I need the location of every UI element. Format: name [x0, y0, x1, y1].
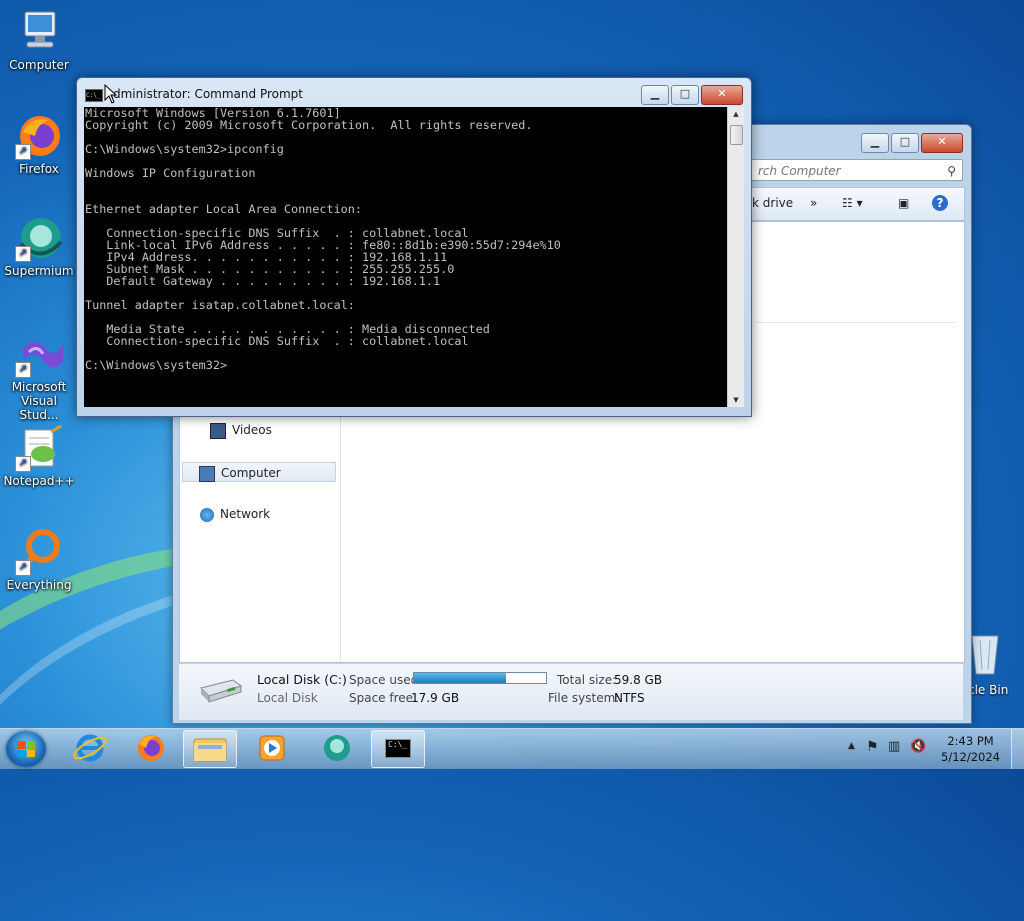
- system-tray: ▲ ⚑ ▥ 🔇 2:43 PM 5/12/2024: [834, 729, 1024, 769]
- taskbar: C:\_ ▲ ⚑ ▥ 🔇 2:43 PM 5/12/2024: [0, 728, 1024, 769]
- everything-icon: ↗: [15, 528, 63, 576]
- shortcut-arrow-icon: ↗: [15, 362, 31, 378]
- videos-icon: [210, 422, 226, 439]
- taskbar-media-player[interactable]: [246, 730, 298, 766]
- clock-time: 2:43 PM: [947, 734, 994, 748]
- shortcut-arrow-icon: ↗: [15, 456, 31, 472]
- space-free-value: 17.9 GB: [411, 691, 460, 705]
- desktop-icon-computer[interactable]: Computer: [1, 8, 77, 72]
- desktop-icon-visual-studio[interactable]: ↗ Microsoft Visual Stud...: [1, 330, 77, 422]
- shortcut-arrow-icon: ↗: [15, 246, 31, 262]
- computer-icon: [199, 465, 215, 482]
- desktop-icon-label: Notepad++: [3, 474, 75, 488]
- cmd-icon: C:\_: [385, 739, 411, 758]
- supermium-icon: ↗: [15, 214, 63, 262]
- taskbar-internet-explorer[interactable]: [64, 730, 116, 766]
- taskbar-windows-explorer[interactable]: [183, 730, 237, 768]
- clock-date: 5/12/2024: [941, 750, 1000, 764]
- nav-item-label: Network: [220, 507, 271, 521]
- close-button[interactable]: ✕: [921, 133, 963, 153]
- preview-pane-icon[interactable]: ▣: [898, 196, 909, 210]
- window-controls: ▁ □ ✕: [641, 85, 743, 105]
- desktop-icon-label: Supermium: [4, 264, 74, 278]
- desktop-icon-label: Everything: [6, 578, 72, 592]
- total-size-label: Total size:: [557, 673, 617, 687]
- desktop-icon-supermium[interactable]: ↗ Supermium: [1, 214, 77, 278]
- maximize-button[interactable]: □: [891, 133, 919, 153]
- desktop-icon-recycle-bin[interactable]: cle Bin: [964, 630, 1024, 700]
- windows-logo-icon: [17, 741, 35, 757]
- network-tray-icon[interactable]: ▥: [888, 739, 900, 754]
- search-icon[interactable]: ⚲: [947, 160, 956, 182]
- notepadpp-icon: ↗: [15, 424, 63, 472]
- space-free-label: Space free:: [349, 691, 418, 705]
- details-pane: Local Disk (C:) Local Disk Space used: T…: [179, 663, 963, 720]
- search-input[interactable]: rch Computer ⚲: [751, 159, 963, 181]
- media-player-icon: [259, 735, 285, 761]
- desktop-icon-firefox[interactable]: ↗ Firefox: [1, 112, 77, 176]
- search-placeholder: rch Computer: [758, 164, 841, 178]
- folder-icon: [193, 738, 227, 762]
- scroll-thumb[interactable]: [730, 125, 743, 145]
- nav-item-network[interactable]: Network: [200, 504, 330, 524]
- space-used-bar: [413, 672, 547, 684]
- file-system-label: File system:: [548, 691, 620, 705]
- close-button[interactable]: ✕: [701, 85, 743, 105]
- taskbar-firefox[interactable]: [124, 730, 176, 766]
- network-icon: [200, 507, 214, 522]
- maximize-button[interactable]: □: [671, 85, 699, 105]
- drive-icon: [197, 674, 243, 709]
- shortcut-arrow-icon: ↗: [15, 144, 31, 160]
- desktop-icon-label: Firefox: [19, 162, 59, 176]
- nav-item-label: Videos: [232, 423, 272, 437]
- vertical-scrollbar[interactable]: ▲ ▼: [727, 107, 744, 407]
- desktop-icon-label: cle Bin: [968, 683, 1009, 697]
- cmd-icon: C:\_: [85, 89, 103, 102]
- console-output[interactable]: Microsoft Windows [Version 6.1.7601] Cop…: [84, 107, 727, 407]
- recycle-bin-icon: [971, 635, 999, 675]
- help-icon[interactable]: ?: [932, 195, 948, 211]
- desktop-icon-label: Microsoft Visual Stud...: [11, 380, 67, 422]
- computer-icon: [15, 8, 63, 56]
- taskbar-command-prompt[interactable]: C:\_: [371, 730, 425, 768]
- space-used-label: Space used:: [349, 673, 423, 687]
- map-network-drive-button[interactable]: k drive: [752, 196, 793, 210]
- clock[interactable]: 2:43 PM 5/12/2024: [941, 733, 1000, 765]
- start-button[interactable]: [6, 731, 46, 767]
- nav-item-label: Computer: [221, 466, 281, 480]
- visual-studio-icon: ↗: [15, 330, 63, 378]
- desktop-icon-notepadpp[interactable]: ↗ Notepad++: [1, 424, 77, 488]
- firefox-icon: [138, 735, 164, 761]
- space-used-fill: [414, 673, 507, 683]
- view-options-icon[interactable]: ☷ ▾: [842, 196, 863, 210]
- internet-explorer-icon: [73, 734, 107, 762]
- total-size-value: 59.8 GB: [614, 673, 663, 687]
- drive-type: Local Disk: [257, 691, 318, 705]
- scroll-up-icon[interactable]: ▲: [728, 107, 744, 121]
- drive-name: Local Disk (C:): [257, 672, 347, 687]
- mouse-cursor-icon: [104, 84, 118, 104]
- minimize-button[interactable]: ▁: [861, 133, 889, 153]
- window-title: Administrator: Command Prompt: [105, 87, 303, 101]
- more-commands-button[interactable]: »: [810, 196, 817, 210]
- show-hidden-icons-icon[interactable]: ▲: [848, 741, 855, 751]
- console-text: Microsoft Windows [Version 6.1.7601] Cop…: [85, 107, 561, 372]
- show-desktop-button[interactable]: [1011, 729, 1024, 769]
- volume-muted-icon[interactable]: 🔇: [910, 739, 926, 754]
- action-center-flag-icon[interactable]: ⚑: [866, 739, 879, 755]
- taskbar-supermium[interactable]: [310, 730, 362, 766]
- nav-item-computer[interactable]: Computer: [182, 462, 336, 482]
- minimize-button[interactable]: ▁: [641, 85, 669, 105]
- command-prompt-window[interactable]: C:\_ Administrator: Command Prompt ▁ □ ✕…: [76, 77, 752, 417]
- supermium-icon: [324, 735, 350, 761]
- divider: [756, 322, 956, 323]
- scroll-down-icon[interactable]: ▼: [728, 393, 744, 407]
- shortcut-arrow-icon: ↗: [15, 560, 31, 576]
- desktop-icon-label: Computer: [9, 58, 69, 72]
- firefox-icon: ↗: [15, 112, 63, 160]
- nav-item-videos[interactable]: Videos: [210, 420, 330, 440]
- window-controls: ▁ □ ✕: [861, 133, 963, 153]
- file-system-value: NTFS: [614, 691, 645, 705]
- desktop-icon-everything[interactable]: ↗ Everything: [1, 528, 77, 592]
